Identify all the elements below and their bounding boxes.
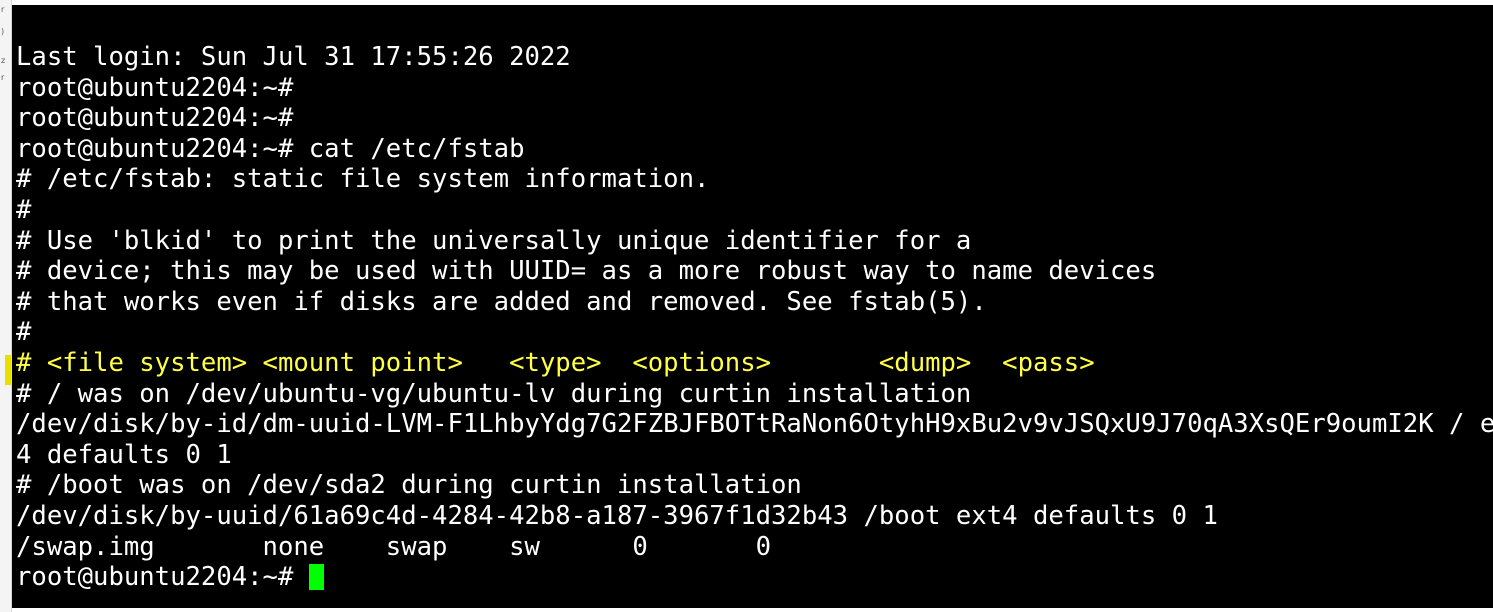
- highlight-bar: [5, 355, 11, 385]
- terminal-line-fstab-header: # <file system> <mount point> <type> <op…: [16, 347, 1095, 378]
- gutter-mark: ): [1, 27, 5, 36]
- terminal-screen: Last login: Sun Jul 31 17:55:26 2022 roo…: [16, 42, 1493, 593]
- terminal-line: 4 defaults 0 1: [16, 439, 232, 470]
- gutter-mark: r: [1, 73, 5, 82]
- terminal-line: root@ubuntu2204:~#: [16, 72, 294, 103]
- terminal-line: /dev/disk/by-id/dm-uuid-LVM-F1LhbyYdg7G2…: [16, 409, 1493, 440]
- terminal-line: /swap.img none swap sw 0 0: [16, 531, 772, 562]
- terminal-line: #: [16, 194, 32, 225]
- terminal-line: # that works even if disks are added and…: [16, 286, 987, 317]
- terminal-line: # /etc/fstab: static file system informa…: [16, 164, 710, 195]
- terminal-line: root@ubuntu2204:~# cat /etc/fstab: [16, 133, 525, 164]
- terminal-line: # / was on /dev/ubuntu-vg/ubuntu-lv duri…: [16, 378, 972, 409]
- left-gutter: r ) z r: [0, 0, 12, 612]
- terminal-line: # Use 'blkid' to print the universally u…: [16, 225, 972, 256]
- terminal-line: /dev/disk/by-uuid/61a69c4d-4284-42b8-a18…: [16, 500, 1218, 531]
- screenshot-frame: r ) z r Last login: Sun Jul 31 17:55:26 …: [0, 0, 1493, 612]
- terminal-prompt-line[interactable]: root@ubuntu2204:~#: [16, 562, 1493, 593]
- gutter-mark: r: [1, 5, 5, 14]
- gutter-mark: z: [1, 56, 6, 65]
- terminal-cursor: [308, 564, 324, 591]
- terminal-line: # /boot was on /dev/sda2 during curtin i…: [16, 470, 802, 501]
- terminal-line: #: [16, 317, 32, 348]
- terminal-window[interactable]: Last login: Sun Jul 31 17:55:26 2022 roo…: [12, 5, 1493, 608]
- terminal-line: Last login: Sun Jul 31 17:55:26 2022: [16, 42, 571, 72]
- terminal-line: root@ubuntu2204:~#: [16, 103, 294, 134]
- terminal-line: # device; this may be used with UUID= as…: [16, 256, 1157, 287]
- shell-prompt: root@ubuntu2204:~#: [16, 562, 309, 593]
